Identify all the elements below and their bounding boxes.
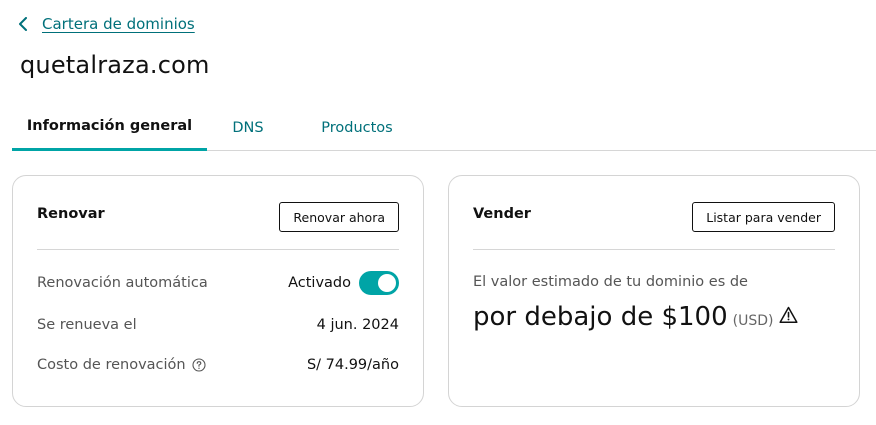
auto-renew-label: Renovación automática: [37, 275, 208, 291]
renew-now-button[interactable]: Renovar ahora: [279, 202, 399, 232]
estimate-value: por debajo de $100 (USD): [473, 302, 799, 332]
auto-renew-status: Activado: [288, 275, 351, 291]
toggle-knob: [378, 274, 396, 292]
sell-card: Vender Listar para vender El valor estim…: [448, 175, 860, 407]
renew-card-header: Renovar Renovar ahora: [37, 176, 399, 250]
auto-renew-row: Renovación automática Activado: [37, 271, 399, 295]
back-link[interactable]: Cartera de dominios: [18, 13, 195, 35]
estimate-description: El valor estimado de tu dominio es de: [473, 274, 748, 290]
auto-renew-control: Activado: [288, 271, 399, 295]
page-title: quetalraza.com: [20, 51, 210, 79]
chevron-left-icon: [19, 17, 27, 31]
renewal-cost-label-group: Costo de renovación: [37, 357, 206, 373]
renewal-cost-value: S/ 74.99/año: [306, 357, 399, 373]
sell-card-header: Vender Listar para vender: [473, 176, 835, 250]
list-for-sale-button[interactable]: Listar para vender: [692, 202, 835, 232]
renew-card: Renovar Renovar ahora Renovación automát…: [12, 175, 424, 407]
auto-renew-toggle[interactable]: [359, 271, 399, 295]
renewal-cost-row: Costo de renovación S/ 74.99/año: [37, 353, 399, 377]
renewal-date-row: Se renueva el 4 jun. 2024: [37, 313, 399, 337]
renew-card-title: Renovar: [37, 206, 105, 222]
renewal-cost-label: Costo de renovación: [37, 357, 186, 373]
warning-triangle-icon[interactable]: [779, 306, 799, 324]
sell-card-title: Vender: [473, 206, 531, 222]
estimate-currency: (USD): [732, 313, 774, 329]
tab-dns[interactable]: DNS: [212, 104, 284, 151]
tab-products[interactable]: Productos: [300, 104, 414, 151]
renewal-date-label: Se renueva el: [37, 317, 137, 333]
renewal-date-value: 4 jun. 2024: [316, 317, 399, 333]
question-circle-icon[interactable]: [192, 358, 206, 372]
tab-bar: Información general DNS Productos: [12, 104, 876, 151]
tab-general-info[interactable]: Información general: [12, 104, 207, 151]
estimate-amount: por debajo de $100: [473, 302, 728, 332]
back-link-label[interactable]: Cartera de dominios: [42, 15, 195, 33]
